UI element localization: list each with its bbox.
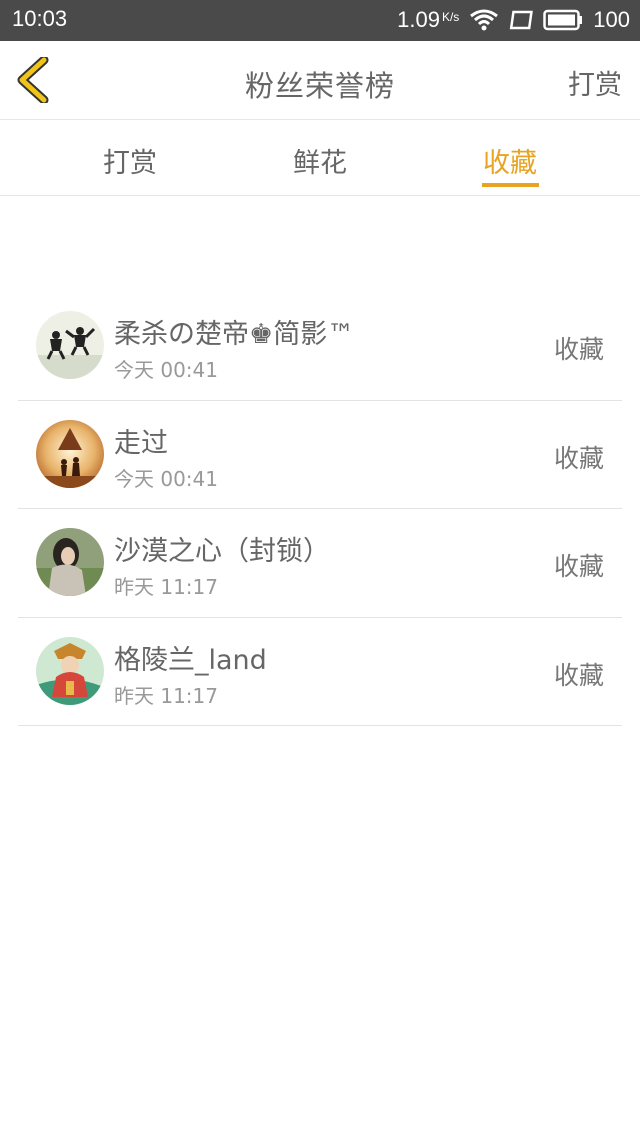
nav-bar: 粉丝荣誉榜 打赏 — [0, 41, 640, 120]
battery-level: 100 — [593, 7, 630, 32]
avatar — [36, 636, 104, 705]
status-time: 10:03 — [12, 6, 68, 31]
user-name: 柔杀の楚帝♚简影™ — [114, 319, 355, 350]
tab-flowers[interactable]: 鲜花 — [260, 141, 380, 180]
sim-card-icon — [509, 8, 534, 32]
action-label: 收藏 — [553, 335, 604, 364]
network-speed: 1.09 K/s — [397, 7, 459, 33]
tab-favorites[interactable]: 收藏 — [450, 141, 570, 180]
avatar — [36, 311, 104, 379]
page-title: 粉丝荣誉榜 — [244, 69, 395, 103]
timestamp: 今天 00:41 — [114, 466, 218, 491]
list-item[interactable]: 格陵兰_land 昨天 11:17 收藏 — [18, 618, 622, 726]
action-label: 收藏 — [553, 443, 604, 473]
timestamp: 昨天 11:17 — [114, 575, 218, 599]
user-name: 格陵兰_land — [114, 644, 267, 676]
list-item[interactable]: 沙漠之心（封锁） 昨天 11:17 收藏 — [18, 509, 622, 618]
action-label: 收藏 — [553, 660, 604, 690]
status-bar: 10:03 1.09 K/s 100 — [0, 0, 640, 41]
timestamp: 今天 00:41 — [114, 358, 218, 382]
list-item[interactable]: 走过 今天 00:41 收藏 — [18, 401, 622, 509]
wifi-icon — [469, 8, 499, 32]
avatar — [36, 528, 104, 596]
list-item[interactable]: 柔杀の楚帝♚简影™ 今天 00:41 收藏 — [18, 292, 622, 401]
tab-bar: 打赏 鲜花 收藏 — [0, 121, 640, 196]
avatar — [36, 419, 104, 488]
action-label: 收藏 — [553, 552, 604, 581]
user-name: 沙漠之心（封锁） — [114, 536, 330, 567]
network-speed-value: 1.09 — [397, 7, 440, 32]
user-name: 走过 — [114, 427, 168, 459]
timestamp: 昨天 11:17 — [114, 683, 218, 708]
fan-list: 柔杀の楚帝♚简影™ 今天 00:41 收藏 走过 今天 00:41 收藏 沙漠之… — [18, 292, 622, 726]
reward-button[interactable]: 打赏 — [568, 63, 622, 102]
status-right: 1.09 K/s 100 — [397, 6, 630, 34]
network-speed-unit: K/s — [441, 9, 460, 24]
tab-reward[interactable]: 打赏 — [70, 141, 190, 180]
battery-icon — [543, 9, 583, 31]
active-tab-indicator — [482, 183, 539, 187]
